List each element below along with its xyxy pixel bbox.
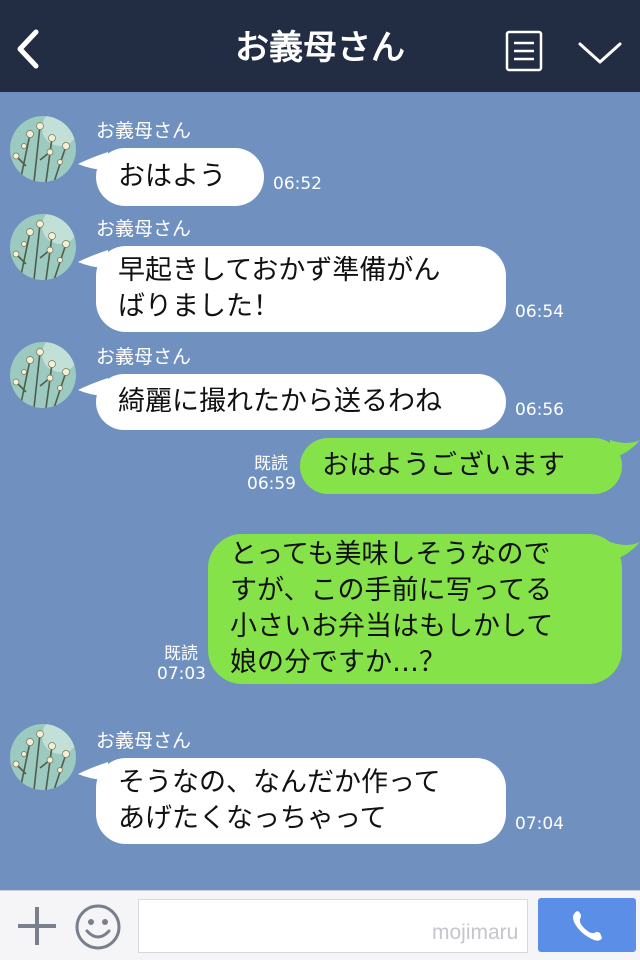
- message-text: 綺麗に撮れたから送るわね: [118, 386, 442, 417]
- bubble-tail: [610, 440, 640, 458]
- message-text: 早起きしておかず準備がん ばりました！: [118, 255, 441, 322]
- message-bubble[interactable]: 早起きしておかず準備がん ばりました！: [96, 246, 506, 332]
- message-bubble[interactable]: とっても美味しそうなので すが、この手前に写ってる 小さいお弁当はもしかして 娘…: [208, 534, 622, 684]
- menu-icon: [505, 30, 543, 72]
- flower-avatar-icon: [10, 116, 76, 182]
- back-arrow-icon: [17, 29, 39, 69]
- avatar[interactable]: [10, 214, 76, 280]
- message-bubble[interactable]: そうなの、なんだか作って あげたくなっちゃって: [96, 758, 506, 844]
- add-button[interactable]: [16, 905, 58, 947]
- chat-title: お義母さん: [235, 28, 405, 68]
- message-text: おはよう: [118, 161, 226, 192]
- phone-icon: [573, 911, 602, 941]
- read-status: 既読: [164, 644, 198, 664]
- input-bar: mojimaru: [0, 890, 640, 960]
- menu-button[interactable]: [504, 30, 544, 72]
- chat-header: お義母さん: [0, 0, 640, 92]
- avatar[interactable]: [10, 116, 76, 182]
- back-button[interactable]: [10, 24, 50, 74]
- dropdown-button[interactable]: [576, 38, 624, 68]
- flower-avatar-icon: [10, 724, 76, 790]
- emoji-button[interactable]: [74, 903, 122, 951]
- message-time: 06:52: [273, 174, 322, 194]
- message-time: 07:04: [515, 814, 564, 834]
- message-time: 07:03: [157, 664, 206, 684]
- message-text: そうなの、なんだか作って あげたくなっちゃって: [118, 767, 441, 834]
- sender-name: お義母さん: [96, 218, 192, 240]
- read-status: 既読: [254, 454, 288, 474]
- flower-avatar-icon: [10, 214, 76, 280]
- avatar[interactable]: [10, 342, 76, 408]
- chevron-down-icon: [578, 42, 622, 64]
- message-time: 06:54: [515, 302, 564, 322]
- message-bubble[interactable]: 綺麗に撮れたから送るわね: [96, 374, 506, 430]
- message-text: とっても美味しそうなので すが、この手前に写ってる 小さいお弁当はもしかして 娘…: [230, 539, 554, 678]
- message-bubble[interactable]: おはよう: [96, 148, 264, 206]
- flower-avatar-icon: [10, 342, 76, 408]
- call-button[interactable]: [538, 898, 636, 952]
- watermark-text: mojimaru: [432, 921, 519, 944]
- message-time: 06:56: [515, 400, 564, 420]
- bubble-tail: [610, 542, 640, 560]
- avatar[interactable]: [10, 724, 76, 790]
- chat-area[interactable]: お義母さん おはよう 06:52 お義母さん 早起きしておかず準備がん ばりまし…: [0, 92, 640, 890]
- smiley-icon: [75, 904, 121, 950]
- sender-name: お義母さん: [96, 120, 192, 142]
- message-time: 06:59: [247, 474, 296, 494]
- message-bubble[interactable]: おはようございます: [300, 438, 622, 494]
- plus-icon: [18, 907, 56, 945]
- sender-name: お義母さん: [96, 730, 192, 752]
- sender-name: お義母さん: [96, 346, 192, 368]
- message-text: おはようございます: [322, 450, 565, 481]
